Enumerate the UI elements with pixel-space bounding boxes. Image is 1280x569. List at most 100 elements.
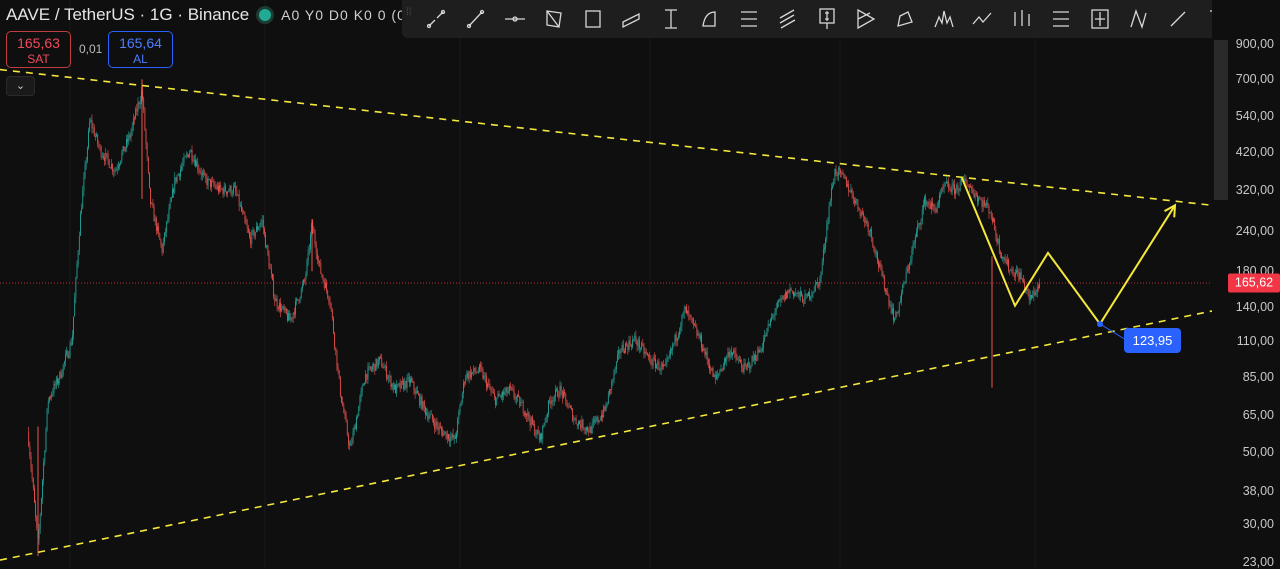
candle-body: [676, 337, 678, 342]
candle-body: [412, 381, 414, 383]
candle-body: [93, 127, 95, 137]
candle-body: [277, 307, 279, 310]
collapse-button[interactable]: ⌄: [6, 76, 35, 96]
candle-body: [346, 421, 348, 435]
sell-button[interactable]: 165,63 SAT: [6, 31, 71, 68]
fib-retracement-tool-button[interactable]: [732, 2, 766, 36]
candle-body: [640, 348, 641, 350]
trend-line-tool-button[interactable]: [420, 2, 454, 36]
candle-body: [306, 260, 308, 275]
buy-button[interactable]: 165,64 AL: [108, 31, 173, 68]
candle-body: [699, 335, 701, 339]
drag-handle-icon[interactable]: ⁞⁞: [406, 8, 416, 18]
candle-body: [660, 363, 662, 370]
candle-body: [793, 291, 794, 296]
candle-body: [519, 396, 521, 407]
candle-body: [261, 219, 263, 222]
candle-body: [975, 193, 977, 196]
candle-body: [308, 249, 310, 250]
candle-body: [652, 357, 654, 366]
candle-body: [850, 189, 852, 193]
candle-body: [812, 292, 814, 294]
candle-body: [564, 391, 565, 395]
polyline-tool-button[interactable]: [888, 2, 922, 36]
candle-body: [893, 308, 894, 321]
candle-body: [390, 376, 392, 388]
candle-body: [867, 224, 869, 232]
candle-body: [849, 191, 851, 193]
symbol-title[interactable]: AAVE / TetherUS · 1G · Binance: [6, 5, 249, 25]
candle-body: [649, 356, 651, 359]
candle-body: [965, 178, 967, 184]
ray-tool-button[interactable]: [459, 2, 493, 36]
candle-body: [456, 433, 457, 439]
parallel-channel-tool-button[interactable]: [615, 2, 649, 36]
candle-body: [801, 291, 802, 296]
candle-body: [710, 370, 712, 371]
candle-body: [1016, 270, 1017, 273]
candle-body: [265, 233, 266, 248]
candle-body: [115, 168, 117, 171]
candle-body: [154, 218, 156, 222]
candle-body: [543, 424, 545, 426]
candle-body: [889, 304, 891, 306]
date-range-tool-button[interactable]: [654, 2, 688, 36]
candle-body: [559, 385, 561, 397]
candle-body: [868, 231, 870, 233]
candle-body: [283, 306, 285, 311]
candle-body: [201, 172, 203, 176]
candle-body: [658, 361, 660, 371]
parallel-channel-tool-icon: [622, 12, 640, 29]
candle-body: [553, 396, 555, 402]
horizontal-ray-tool-button[interactable]: [498, 2, 532, 36]
candle-body: [174, 177, 176, 193]
candle-body: [1035, 292, 1037, 296]
fib-channel-tool-button[interactable]: [1044, 2, 1078, 36]
abcd-pattern-tool-button[interactable]: [1122, 2, 1156, 36]
price-label-tool-button[interactable]: [810, 2, 844, 36]
candle-body: [927, 202, 929, 204]
candle-body: [360, 391, 362, 398]
line-segment-tool-button[interactable]: [1161, 2, 1195, 36]
candle-body: [711, 367, 713, 371]
candle-body: [734, 350, 736, 353]
candle-body: [216, 185, 218, 189]
candle-body: [825, 239, 827, 248]
candle-body: [548, 400, 549, 414]
candle-body: [928, 202, 930, 206]
price-range-tool-button[interactable]: [1083, 2, 1117, 36]
candle-body: [250, 236, 252, 245]
pitchfork-tool-button[interactable]: [771, 2, 805, 36]
candle-body: [337, 366, 339, 371]
gann-fan-tool-button[interactable]: [849, 2, 883, 36]
bars-pattern-tool-button[interactable]: [1005, 2, 1039, 36]
candle-body: [810, 296, 812, 299]
candle-body: [1029, 294, 1031, 300]
candle-body: [198, 169, 200, 171]
candle-body: [563, 391, 564, 398]
candle-body: [413, 381, 415, 390]
candle-body: [107, 154, 109, 160]
price-chart[interactable]: [0, 0, 1280, 568]
arc-tool-button[interactable]: [693, 2, 727, 36]
candle-body: [679, 330, 680, 336]
candle-body: [656, 365, 657, 369]
candle-body: [266, 245, 268, 248]
candle-body: [1003, 256, 1005, 260]
candle-body: [442, 430, 444, 436]
candle-body: [380, 356, 381, 358]
candle-body: [690, 316, 692, 318]
candle-body: [591, 422, 593, 434]
candle-body: [492, 392, 494, 394]
rectangle-tool-button[interactable]: [576, 2, 610, 36]
path-tool-button[interactable]: [966, 2, 1000, 36]
candle-body: [506, 387, 508, 394]
candle-body: [954, 184, 955, 195]
candle-body: [320, 263, 322, 274]
candle-body: [797, 292, 799, 294]
candle-body: [242, 210, 243, 212]
candle-body: [720, 368, 722, 372]
xabcd-pattern-tool-button[interactable]: [537, 2, 571, 36]
head-shoulders-tool-button[interactable]: [927, 2, 961, 36]
candle-body: [617, 354, 618, 362]
